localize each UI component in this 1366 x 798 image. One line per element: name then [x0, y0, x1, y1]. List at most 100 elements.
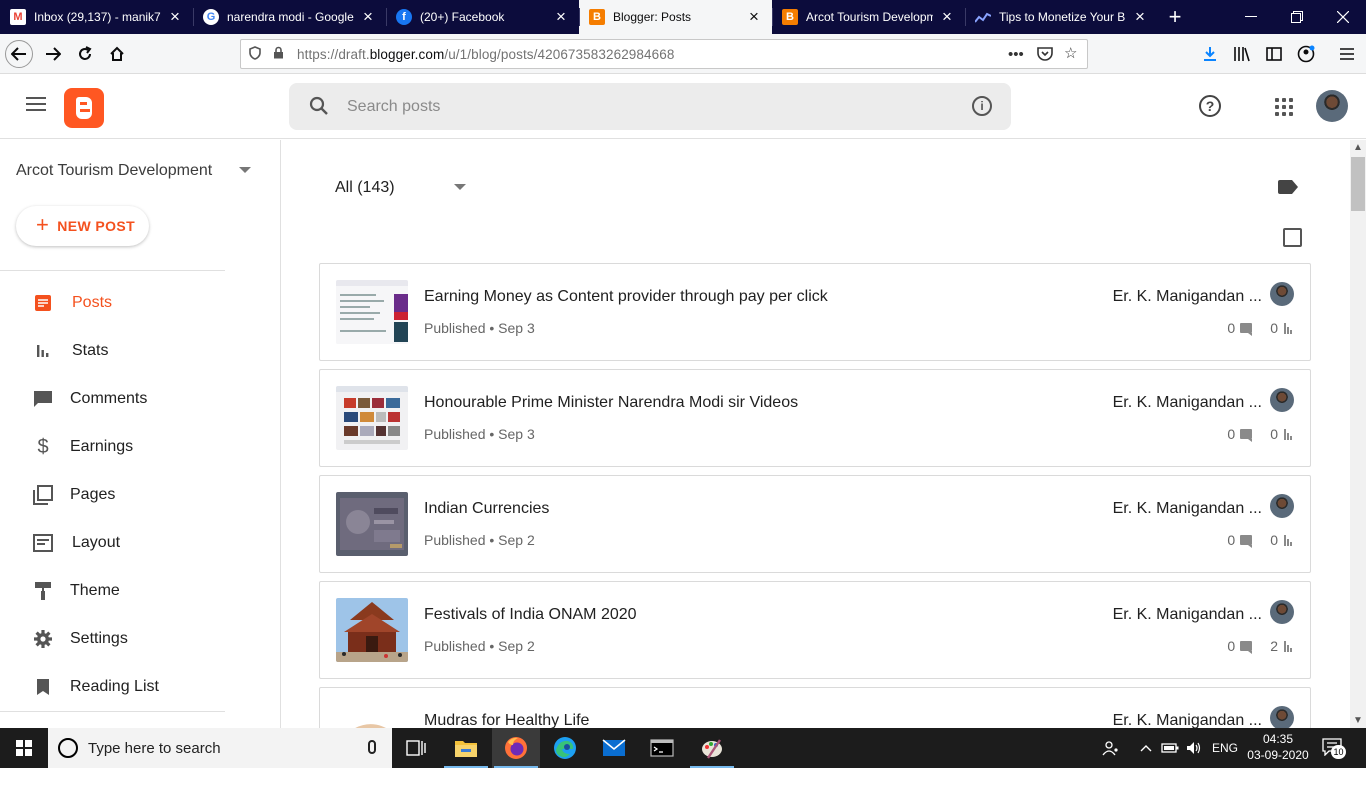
sidebar-item-earnings[interactable]: $ Earnings	[0, 427, 281, 467]
label-icon[interactable]	[1278, 180, 1298, 194]
blogger-header: i ?	[0, 75, 1366, 139]
post-row[interactable]: Earning Money as Content provider throug…	[319, 263, 1311, 361]
post-row[interactable]: Indian Currencies Published • Sep 2 Er. …	[319, 475, 1311, 573]
home-button[interactable]	[103, 40, 131, 68]
sidebar-item-label: Comments	[70, 390, 148, 407]
bookmark-star-icon[interactable]: ☆	[1064, 44, 1077, 62]
close-icon[interactable]: ×	[939, 8, 955, 25]
close-icon[interactable]: ×	[553, 8, 569, 25]
search-icon[interactable]	[309, 96, 329, 116]
taskbar-search-box[interactable]: Type here to search	[48, 728, 392, 768]
comment-icon	[1240, 641, 1253, 654]
blog-selector[interactable]: Arcot Tourism Development	[16, 162, 212, 180]
close-icon[interactable]: ×	[746, 8, 762, 25]
volume-icon[interactable]	[1186, 728, 1202, 768]
account-avatar[interactable]	[1316, 90, 1348, 122]
notification-center-icon[interactable]: 10	[1320, 736, 1346, 760]
blogger-logo[interactable]	[64, 88, 104, 128]
pocket-icon[interactable]	[1037, 46, 1053, 65]
post-title[interactable]: Earning Money as Content provider throug…	[424, 288, 828, 306]
new-tab-button[interactable]: +	[1158, 0, 1192, 34]
file-explorer-icon[interactable]	[442, 728, 490, 768]
post-thumbnail	[336, 704, 408, 728]
system-clock[interactable]: 04:35 03-09-2020	[1244, 731, 1312, 763]
tab-google-search[interactable]: G narendra modi - Google Se... ×	[193, 0, 386, 34]
close-window-button[interactable]	[1320, 0, 1366, 34]
forward-button[interactable]	[39, 40, 67, 68]
shield-icon[interactable]	[249, 45, 265, 63]
sidebar-item-layout[interactable]: Layout	[0, 523, 281, 563]
sidebar-item-label: Reading List	[70, 678, 159, 695]
post-row[interactable]: Mudras for Healthy Life Er. K. Maniganda…	[319, 687, 1311, 728]
sidebar-item-settings[interactable]: Settings	[0, 619, 281, 659]
help-icon[interactable]: ?	[1199, 95, 1221, 117]
sidebar-item-pages[interactable]: Pages	[0, 475, 281, 515]
scroll-up-icon[interactable]: ▲	[1350, 142, 1366, 153]
post-title[interactable]: Mudras for Healthy Life	[424, 712, 589, 728]
sidebar-toggle-icon[interactable]	[1260, 40, 1288, 68]
lock-icon[interactable]	[273, 46, 287, 62]
restore-button[interactable]	[1274, 0, 1320, 34]
sidebar-item-label: Layout	[72, 534, 121, 551]
back-button[interactable]	[5, 40, 33, 68]
post-row[interactable]: Honourable Prime Minister Narendra Modi …	[319, 369, 1311, 467]
post-row[interactable]: Festivals of India ONAM 2020 Published •…	[319, 581, 1311, 679]
address-bar[interactable]: https://draft.blogger.com/u/1/blog/posts…	[240, 39, 1088, 69]
edge-icon[interactable]	[541, 728, 589, 768]
account-icon[interactable]	[1292, 40, 1320, 68]
tab-gmail[interactable]: M Inbox (29,137) - manik76... ×	[0, 0, 193, 34]
language-indicator[interactable]: ENG	[1212, 728, 1238, 768]
google-icon: G	[203, 9, 219, 25]
info-icon[interactable]: i	[972, 96, 992, 116]
post-author: Er. K. Manigandan ...	[1112, 606, 1262, 623]
sidebar-item-theme[interactable]: Theme	[0, 571, 281, 611]
blog-selector-caret-icon[interactable]	[239, 167, 251, 173]
page-actions-icon[interactable]: •••	[1008, 46, 1024, 63]
posts-filter-dropdown[interactable]: All (143)	[335, 179, 395, 197]
library-icon[interactable]	[1228, 40, 1256, 68]
chevron-up-icon[interactable]	[1140, 728, 1152, 768]
tab-blogger-posts[interactable]: B Blogger: Posts ×	[579, 0, 772, 34]
chevron-down-icon[interactable]	[454, 184, 466, 190]
earnings-icon: $	[37, 435, 49, 458]
post-stats: 0 0	[1227, 426, 1292, 442]
people-icon[interactable]	[1102, 728, 1120, 768]
post-title[interactable]: Indian Currencies	[424, 500, 549, 518]
posts-icon	[33, 293, 53, 313]
command-prompt-icon[interactable]	[638, 728, 686, 768]
close-icon[interactable]: ×	[167, 8, 183, 25]
tab-arcot-tourism[interactable]: B Arcot Tourism Development ×	[772, 0, 965, 34]
scrollbar-thumb[interactable]	[1351, 157, 1365, 211]
tab-monetize-blog[interactable]: Tips to Monetize Your Blog ×	[965, 0, 1158, 34]
pages-icon	[33, 485, 53, 505]
close-icon[interactable]: ×	[1132, 8, 1148, 25]
posts-main: All (143) Earning Money as Content provi…	[281, 140, 1350, 728]
search-posts-input[interactable]	[347, 94, 907, 120]
task-view-button[interactable]	[392, 728, 440, 768]
page-scrollbar[interactable]: ▲ ▼	[1350, 140, 1366, 728]
sidebar-item-comments[interactable]: Comments	[0, 379, 281, 419]
microphone-icon[interactable]	[368, 740, 376, 754]
tab-facebook[interactable]: f (20+) Facebook ×	[386, 0, 579, 34]
comment-count: 0	[1227, 638, 1236, 654]
select-all-checkbox[interactable]	[1283, 228, 1302, 247]
apps-grid-icon[interactable]	[1275, 98, 1293, 116]
hamburger-menu-icon[interactable]	[26, 97, 46, 115]
minimize-button[interactable]	[1228, 0, 1274, 34]
sidebar-item-reading-list[interactable]: Reading List	[0, 667, 281, 707]
close-icon[interactable]: ×	[360, 8, 376, 25]
post-title[interactable]: Honourable Prime Minister Narendra Modi …	[424, 394, 798, 412]
sidebar-item-posts[interactable]: Posts	[0, 283, 281, 323]
mail-icon[interactable]	[590, 728, 638, 768]
firefox-icon[interactable]	[492, 728, 540, 768]
downloads-icon[interactable]	[1196, 40, 1224, 68]
scroll-down-icon[interactable]: ▼	[1350, 715, 1366, 726]
sidebar-item-stats[interactable]: Stats	[0, 331, 281, 371]
paint-icon[interactable]	[688, 728, 736, 768]
battery-icon[interactable]	[1161, 728, 1179, 768]
post-title[interactable]: Festivals of India ONAM 2020	[424, 606, 637, 624]
menu-icon[interactable]	[1333, 40, 1361, 68]
windows-start-button[interactable]	[0, 728, 48, 768]
new-post-button[interactable]: + NEW POST	[16, 206, 149, 246]
reload-button[interactable]	[71, 40, 99, 68]
